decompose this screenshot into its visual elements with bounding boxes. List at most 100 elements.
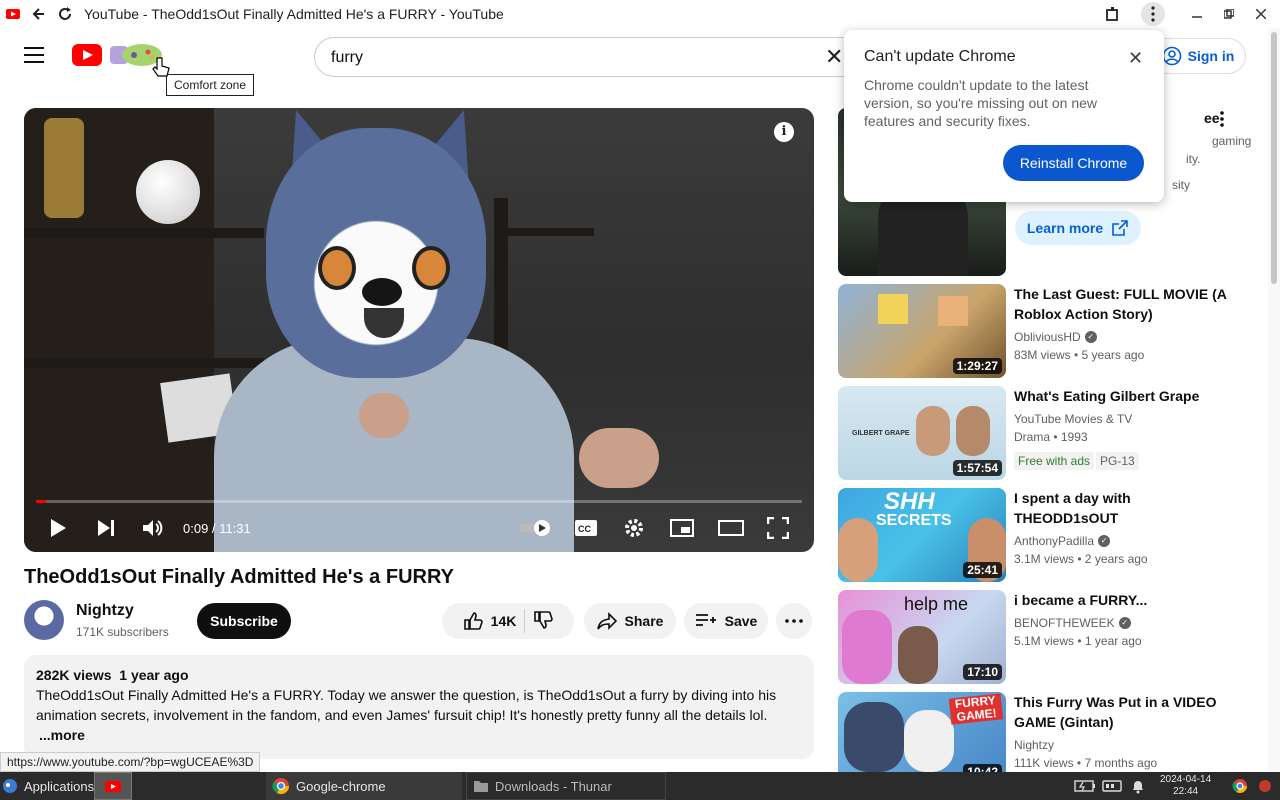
info-icon[interactable]: i	[774, 122, 794, 142]
progress-bar[interactable]	[36, 500, 802, 503]
miniplayer-icon[interactable]	[670, 513, 694, 543]
duration: 17:10	[963, 664, 1002, 680]
next-icon[interactable]	[96, 513, 116, 543]
fullscreen-icon[interactable]	[767, 513, 789, 543]
sign-in-button[interactable]: Sign in	[1150, 38, 1246, 74]
save-label: Save	[724, 613, 758, 629]
settings-gear-icon[interactable]	[624, 513, 644, 543]
close-window-icon[interactable]	[1246, 0, 1276, 28]
share-button[interactable]: Share	[584, 603, 676, 639]
channel-avatar[interactable]	[24, 600, 64, 640]
captions-icon[interactable]: CC	[574, 513, 598, 543]
rec-item-5[interactable]: FURRY GAME! 10:42 This Furry Was Put in …	[838, 692, 1258, 772]
window-title: YouTube - TheOdd1sOut Finally Admitted H…	[84, 6, 504, 22]
thumb-text: FURRY GAME!	[948, 693, 1004, 725]
extensions-icon[interactable]	[1098, 0, 1128, 28]
google-chrome-taskbar-button[interactable]: Google-chrome	[266, 772, 462, 800]
rec-line-1: gaming	[1212, 134, 1252, 148]
play-icon[interactable]	[48, 513, 68, 543]
applications-label: Applications	[24, 778, 95, 794]
like-dislike-group: 14K	[442, 603, 574, 639]
minimize-icon[interactable]	[1182, 0, 1212, 28]
save-button[interactable]: Save	[684, 603, 768, 639]
clock[interactable]: 2024-04-14 22:44	[1160, 772, 1211, 800]
svg-text:CC: CC	[578, 524, 591, 534]
youtube-window-button[interactable]	[94, 772, 132, 800]
thunar-taskbar-button[interactable]: Downloads - Thunar	[466, 772, 666, 800]
fursuit-head	[266, 128, 486, 378]
rec-channel: BENOFTHEWEEK ✓	[1014, 616, 1131, 630]
chrome-menu-icon[interactable]	[1138, 0, 1168, 28]
learn-more-button[interactable]: Learn more	[1015, 211, 1141, 245]
clear-search-icon[interactable]: ✕	[825, 46, 843, 68]
duration: 1:57:54	[952, 460, 1002, 476]
menu-icon[interactable]	[24, 47, 44, 63]
notification-bell-icon[interactable]	[1130, 772, 1146, 800]
search-box[interactable]: ✕	[314, 37, 854, 77]
folder-icon	[474, 781, 488, 792]
description-text: TheOdd1sOut Finally Admitted He's a FURR…	[36, 687, 777, 743]
duration: 25:41	[963, 562, 1002, 578]
verified-icon: ✓	[1098, 535, 1111, 547]
rec-channel: ObliviousHD ✓	[1014, 330, 1097, 344]
free-with-ads-badge: Free with ads	[1014, 452, 1095, 470]
thumbs-down-icon[interactable]	[533, 610, 554, 633]
rec-meta: 5.1M views • 1 year ago	[1014, 634, 1142, 648]
window-titlebar: YouTube - TheOdd1sOut Finally Admitted H…	[0, 0, 1280, 28]
rec-title: This Furry Was Put in a VIDEO GAME (Gint…	[1014, 694, 1217, 730]
rec-meta: 3.1M views • 2 years ago	[1014, 552, 1148, 566]
channel-name[interactable]: Nightzy	[76, 602, 134, 620]
reinstall-chrome-button[interactable]: Reinstall Chrome	[1003, 145, 1144, 181]
page-scrollbar[interactable]	[1268, 28, 1280, 772]
rec-item-1[interactable]: 1:29:27 The Last Guest: FULL MOVIE (A Ro…	[838, 284, 1258, 378]
sign-in-label: Sign in	[1187, 48, 1235, 64]
rec-item-3[interactable]: SHH SECRETS 25:41 I spent a day with THE…	[838, 488, 1258, 582]
verified-icon: ✓	[1084, 331, 1097, 343]
search-input[interactable]	[331, 46, 811, 70]
power-icon[interactable]	[1258, 772, 1272, 800]
reload-icon[interactable]	[52, 0, 78, 28]
views-and-date: 282K views 1 year ago	[36, 667, 189, 683]
rec-title: The Last Guest: FULL MOVIE (A Roblox Act…	[1014, 286, 1227, 322]
back-arrow-icon[interactable]	[26, 0, 52, 28]
youtube-favicon-icon	[0, 0, 26, 28]
taskbar: Applications Google-chrome Downloads - T…	[0, 772, 1280, 800]
rec-title: What's Eating Gilbert Grape	[1014, 388, 1200, 404]
popup-body: Chrome couldn't update to the latest ver…	[864, 77, 1098, 129]
applications-menu[interactable]: Applications	[2, 772, 94, 800]
chrome-icon	[272, 778, 290, 795]
volume-icon[interactable]	[142, 513, 164, 543]
clock-date: 2024-04-14	[1160, 774, 1212, 785]
rating-badge: PG-13	[1096, 452, 1139, 470]
scrollbar-thumb[interactable]	[1271, 32, 1277, 284]
autoplay-toggle[interactable]	[518, 513, 554, 543]
battery-icon[interactable]	[1074, 772, 1096, 800]
video-player[interactable]: i 0:09 / 11:31 CC	[24, 108, 814, 552]
close-popup-icon[interactable]: ✕	[1128, 48, 1143, 69]
chrome-update-popup: Can't update Chrome ✕ Chrome couldn't up…	[844, 30, 1164, 202]
rec-line-2: ity.	[1186, 152, 1201, 166]
rec-more-icon[interactable]	[1220, 110, 1224, 133]
rec-thumbnail: FURRY GAME! 10:42	[838, 692, 1006, 772]
chrome-tray-icon[interactable]	[1232, 772, 1248, 800]
more-actions-icon[interactable]	[776, 603, 812, 639]
subscribe-button[interactable]: Subscribe	[197, 603, 291, 639]
rec-item-4[interactable]: help me 17:10 i became a FURRY... BENOFT…	[838, 590, 1258, 684]
verified-icon: ✓	[1118, 617, 1131, 629]
rec-line-3: sity	[1172, 178, 1190, 192]
popup-title: Can't update Chrome	[864, 48, 1016, 65]
duration: 1:29:27	[952, 358, 1002, 374]
thumb-text: SECRETS	[876, 512, 952, 529]
like-button[interactable]: 14K	[463, 611, 517, 631]
more-link[interactable]: ...more	[39, 727, 85, 743]
restore-icon[interactable]	[1214, 0, 1244, 28]
like-count: 14K	[490, 613, 517, 629]
network-icon[interactable]	[1102, 772, 1122, 800]
rec-title: i became a FURRY...	[1014, 592, 1148, 608]
rec-item-2[interactable]: GILBERT GRAPE 1:57:54 What's Eating Gilb…	[838, 386, 1258, 480]
theater-mode-icon[interactable]	[718, 513, 744, 543]
rec-title: I spent a day with THEODD1sOUT	[1014, 490, 1131, 526]
save-to-playlist-icon	[695, 614, 716, 626]
youtube-logo[interactable]	[72, 44, 102, 66]
description-box[interactable]: 282K views 1 year ago TheOdd1sOut Finall…	[24, 655, 814, 759]
